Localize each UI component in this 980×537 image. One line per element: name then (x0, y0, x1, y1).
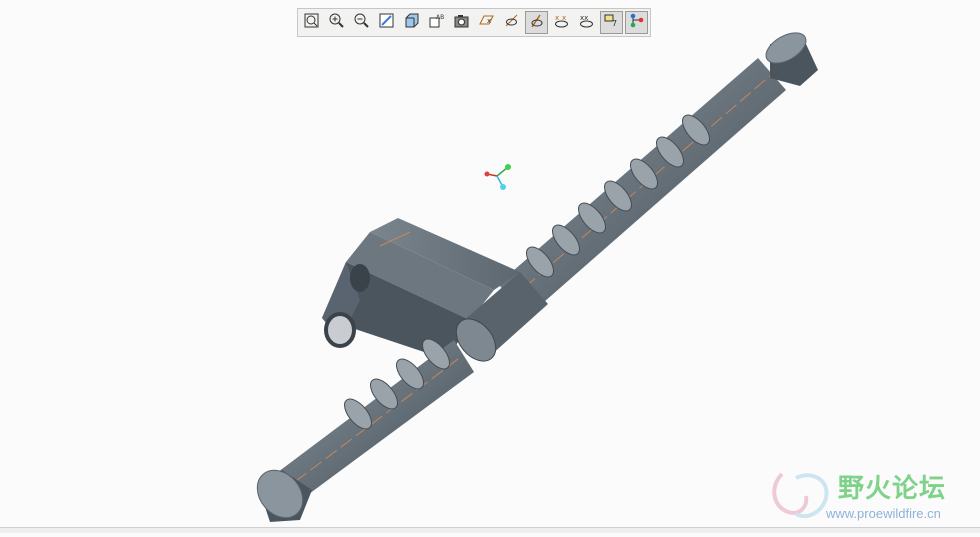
zoom-out-button[interactable] (350, 11, 373, 34)
spin-center-icon: 7 (603, 12, 620, 34)
datum-planes-button[interactable]: x (475, 11, 498, 34)
shaft-upper (498, 58, 786, 316)
datum-planes-icon: x (478, 12, 495, 34)
spin-center-button[interactable]: 7 (600, 11, 623, 34)
zoom-fit-button[interactable] (300, 11, 323, 34)
repaint-button[interactable] (375, 11, 398, 34)
annotations-icon: xx (578, 12, 595, 34)
svg-text:x: x (555, 14, 559, 22)
model-view (256, 32, 829, 522)
repaint-icon (378, 12, 395, 34)
camera-icon (453, 12, 470, 34)
datum-points-icon (528, 12, 545, 34)
watermark-logo (772, 472, 829, 518)
watermark-title: 野火论坛 (838, 474, 947, 504)
model-tree-icon (628, 12, 645, 34)
zoom-in-button[interactable] (325, 11, 348, 34)
saved-views-button[interactable]: AB (425, 11, 448, 34)
annotations-button[interactable]: xx (575, 11, 598, 34)
model-tree-button[interactable] (625, 11, 648, 34)
view-toolbar: AB x x x xx 7 (297, 8, 651, 37)
saved-views-icon: AB (428, 12, 445, 34)
status-bar-edge (0, 527, 980, 533)
camera-button[interactable] (450, 11, 473, 34)
csys-icon: xx (553, 12, 570, 34)
svg-text:AB: AB (436, 14, 444, 21)
csys-button[interactable]: xx (550, 11, 573, 34)
datum-axes-icon (503, 12, 520, 34)
graphics-viewport[interactable] (0, 0, 980, 532)
svg-text:7: 7 (612, 19, 617, 28)
coordinate-triad (484, 164, 511, 190)
watermark-url: www.proewildfire.cn (826, 506, 941, 521)
zoom-fit-icon (303, 12, 320, 34)
svg-text:x: x (487, 17, 491, 25)
datum-points-button[interactable] (525, 11, 548, 34)
zoom-out-icon (353, 12, 370, 34)
zoom-in-icon (328, 12, 345, 34)
display-style-icon (403, 12, 420, 34)
display-style-button[interactable] (400, 11, 423, 34)
datum-axes-button[interactable] (500, 11, 523, 34)
